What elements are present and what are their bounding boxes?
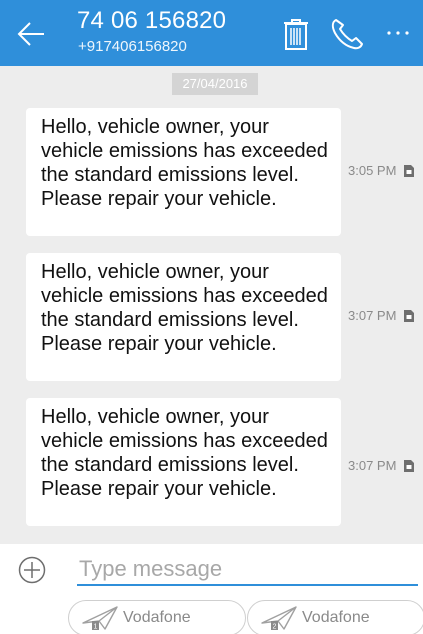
message-bubble[interactable]: Hello, vehicle owner, your vehicle emiss…: [26, 398, 341, 526]
conversation-header: 74 06 156820 +917406156820: [0, 0, 423, 66]
sim-carrier-label: Vodafone: [123, 609, 191, 626]
sim-card-icon: [404, 459, 415, 472]
trash-icon[interactable]: [283, 18, 309, 50]
send-plane-icon: 2: [261, 606, 297, 631]
send-sim2-button[interactable]: 2 Vodafone: [247, 600, 423, 634]
date-separator: 27/04/2016: [172, 73, 258, 95]
add-attachment-icon[interactable]: [18, 556, 46, 584]
sim-number: 2: [273, 624, 277, 631]
message-meta: 3:07 PM: [348, 458, 415, 473]
sim-number: 1: [94, 624, 98, 631]
message-input[interactable]: [77, 554, 418, 586]
phone-icon[interactable]: [330, 18, 364, 50]
message-list[interactable]: 27/04/2016 Hello, vehicle owner, your ve…: [0, 66, 423, 544]
message-bubble[interactable]: Hello, vehicle owner, your vehicle emiss…: [26, 108, 341, 236]
contact-number: +917406156820: [78, 38, 187, 55]
sim-card-icon: [404, 164, 415, 177]
message-time: 3:07 PM: [348, 458, 397, 473]
contact-name: 74 06 156820: [77, 7, 227, 34]
back-arrow-icon[interactable]: [16, 20, 46, 48]
message-time: 3:05 PM: [348, 163, 397, 178]
message-meta: 3:07 PM: [348, 308, 415, 323]
message-composer: 1 Vodafone 2 Vodafone: [0, 544, 423, 634]
message-meta: 3:05 PM: [348, 163, 415, 178]
more-icon[interactable]: [386, 27, 410, 39]
sim-carrier-label: Vodafone: [302, 609, 370, 626]
sim-card-icon: [404, 309, 415, 322]
send-sim1-button[interactable]: 1 Vodafone: [68, 600, 246, 634]
message-time: 3:07 PM: [348, 308, 397, 323]
send-plane-icon: 1: [82, 606, 118, 631]
message-bubble[interactable]: Hello, vehicle owner, your vehicle emiss…: [26, 253, 341, 381]
